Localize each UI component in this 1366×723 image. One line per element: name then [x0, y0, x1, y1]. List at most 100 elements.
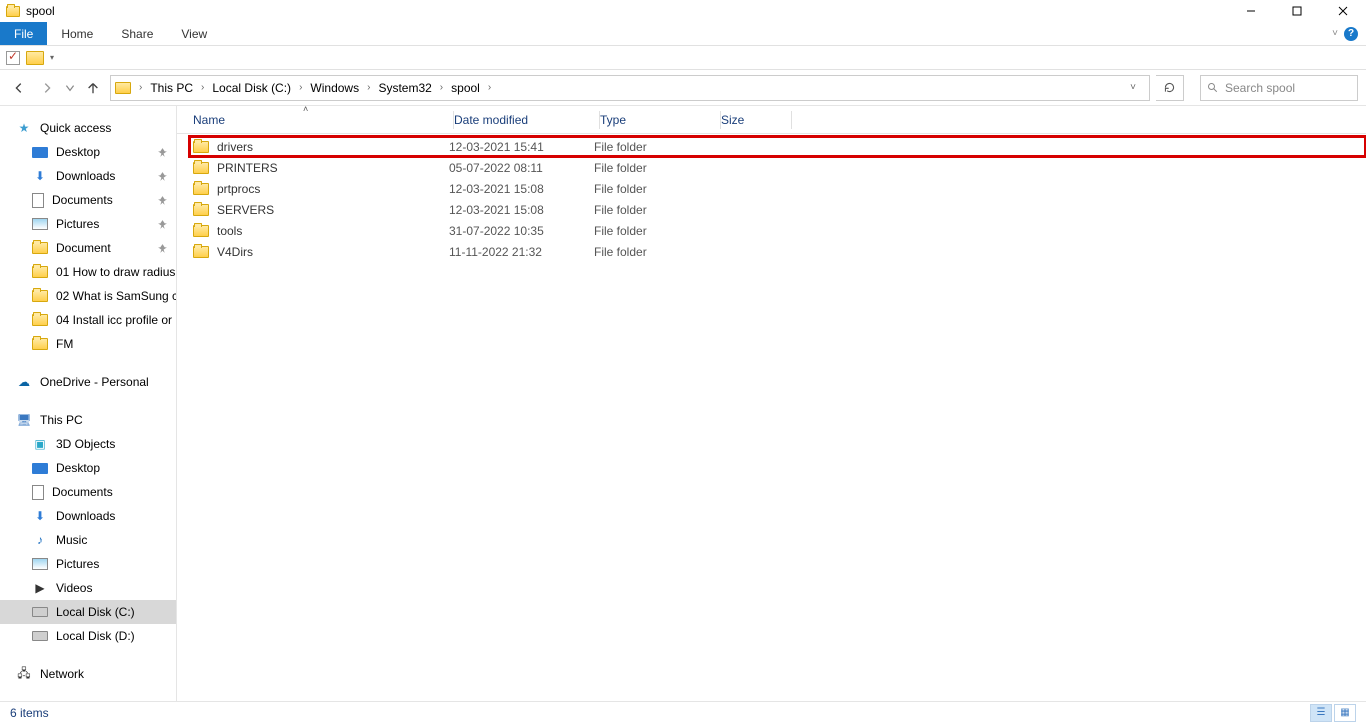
sidebar-item[interactable]: Document: [0, 236, 176, 260]
qat-newfolder-icon[interactable]: [26, 51, 44, 65]
folder-row[interactable]: prtprocs12-03-2021 15:08File folder: [189, 178, 1366, 199]
sidebar-item[interactable]: Local Disk (D:): [0, 624, 176, 648]
sidebar-item[interactable]: 04 Install icc profile or: [0, 308, 176, 332]
sidebar-network[interactable]: 🖧 Network: [0, 662, 176, 686]
folder-icon: [193, 141, 209, 153]
pin-icon: [157, 219, 168, 230]
status-bar: 6 items ☰ ▦: [0, 701, 1366, 723]
cloud-icon: ☁: [16, 374, 32, 390]
file-type: File folder: [594, 182, 714, 196]
nav-forward-button[interactable]: [36, 77, 58, 99]
view-details-button[interactable]: ☰: [1310, 704, 1332, 722]
nav-back-button[interactable]: [8, 77, 30, 99]
sidebar-item[interactable]: Desktop: [0, 140, 176, 164]
tab-view[interactable]: View: [167, 22, 221, 45]
crumb-system32[interactable]: System32: [374, 76, 435, 100]
sidebar-item-label: Pictures: [56, 217, 99, 231]
nav-recent-dropdown[interactable]: [64, 77, 76, 99]
nav-bar: › This PC › Local Disk (C:) › Windows › …: [0, 70, 1366, 106]
address-folder-icon: [115, 82, 131, 94]
sidebar-item[interactable]: 01 How to draw radius: [0, 260, 176, 284]
sidebar-item-label: Document: [56, 241, 111, 255]
folder-row[interactable]: V4Dirs11-11-2022 21:32File folder: [189, 241, 1366, 262]
sidebar-item-label: 01 How to draw radius: [56, 265, 175, 279]
folder-row[interactable]: PRINTERS05-07-2022 08:11File folder: [189, 157, 1366, 178]
sidebar-item-label: Videos: [56, 581, 92, 595]
folder-row[interactable]: drivers12-03-2021 15:41File folder: [189, 136, 1366, 157]
sidebar-item[interactable]: 02 What is SamSung c: [0, 284, 176, 308]
tab-home[interactable]: Home: [47, 22, 107, 45]
document-icon: [32, 193, 44, 208]
sidebar-item[interactable]: Pictures: [0, 552, 176, 576]
sidebar-item[interactable]: Pictures: [0, 212, 176, 236]
crumb-sep-icon[interactable]: ›: [365, 82, 372, 93]
search-box[interactable]: Search spool: [1200, 75, 1358, 101]
sidebar-onedrive[interactable]: ☁ OneDrive - Personal: [0, 370, 176, 394]
sidebar-this-pc[interactable]: 🖥 This PC: [0, 408, 176, 432]
tab-file[interactable]: File: [0, 22, 47, 45]
status-item-count: 6 items: [10, 706, 49, 720]
folder-icon: [32, 338, 48, 350]
nav-up-button[interactable]: [82, 77, 104, 99]
sidebar-item[interactable]: ⬇Downloads: [0, 164, 176, 188]
crumb-sep-icon[interactable]: ›: [438, 82, 445, 93]
file-name: tools: [217, 224, 242, 238]
column-date-modified[interactable]: Date modified: [454, 113, 599, 127]
qat-dropdown-icon[interactable]: ▾: [50, 53, 54, 62]
minimize-button[interactable]: [1228, 0, 1274, 22]
sidebar-item[interactable]: ⬇ Downloads: [0, 504, 176, 528]
desktop-icon: [32, 463, 48, 474]
folder-icon: [32, 314, 48, 326]
crumb-local-disk-c[interactable]: Local Disk (C:): [208, 76, 295, 100]
download-icon: ⬇: [32, 508, 48, 524]
star-icon: ★: [16, 120, 32, 136]
file-date: 31-07-2022 10:35: [449, 224, 594, 238]
sidebar-item-label: Local Disk (D:): [56, 629, 135, 643]
qat-properties-icon[interactable]: [6, 51, 20, 65]
address-history-dropdown[interactable]: ˅: [1121, 76, 1145, 100]
desktop-icon: [32, 147, 48, 158]
view-large-icons-button[interactable]: ▦: [1334, 704, 1356, 722]
file-type: File folder: [594, 140, 714, 154]
refresh-button[interactable]: [1156, 75, 1184, 101]
file-date: 05-07-2022 08:11: [449, 161, 594, 175]
help-icon[interactable]: ?: [1344, 27, 1358, 41]
close-button[interactable]: [1320, 0, 1366, 22]
folder-row[interactable]: tools31-07-2022 10:35File folder: [189, 220, 1366, 241]
folder-icon: [32, 266, 48, 278]
column-name[interactable]: Name ˄: [193, 113, 453, 127]
crumb-this-pc[interactable]: This PC: [146, 76, 197, 100]
folder-row[interactable]: SERVERS12-03-2021 15:08File folder: [189, 199, 1366, 220]
crumb-sep-icon[interactable]: ›: [486, 82, 493, 93]
tab-share[interactable]: Share: [107, 22, 167, 45]
sidebar-item-label: 3D Objects: [56, 437, 115, 451]
file-name: prtprocs: [217, 182, 260, 196]
sidebar-item[interactable]: Documents: [0, 480, 176, 504]
crumb-sep-icon[interactable]: ›: [199, 82, 206, 93]
sidebar-item[interactable]: Desktop: [0, 456, 176, 480]
file-list: drivers12-03-2021 15:41File folderPRINTE…: [177, 134, 1366, 262]
pin-icon: [157, 243, 168, 254]
content-pane: Name ˄ Date modified Type Size drivers12…: [176, 106, 1366, 701]
file-date: 11-11-2022 21:32: [449, 245, 594, 259]
column-size[interactable]: Size: [721, 113, 791, 127]
column-type[interactable]: Type: [600, 113, 720, 127]
sidebar-item[interactable]: Local Disk (C:): [0, 600, 176, 624]
ribbon-expand-icon[interactable]: ˅: [1332, 28, 1338, 39]
sidebar-item[interactable]: FM: [0, 332, 176, 356]
crumb-sep-icon[interactable]: ›: [137, 82, 144, 93]
maximize-button[interactable]: [1274, 0, 1320, 22]
crumb-spool[interactable]: spool: [447, 76, 484, 100]
sidebar-item[interactable]: ▣3D Objects: [0, 432, 176, 456]
sidebar-item[interactable]: ♪Music: [0, 528, 176, 552]
address-bar[interactable]: › This PC › Local Disk (C:) › Windows › …: [110, 75, 1150, 101]
nav-pane: ★ Quick access Desktop ⬇ Downloads Document…: [0, 106, 176, 701]
sidebar-item[interactable]: ▶Videos: [0, 576, 176, 600]
sidebar-item-label: Downloads: [56, 509, 115, 523]
crumb-sep-icon[interactable]: ›: [297, 82, 304, 93]
sidebar-item[interactable]: Documents: [0, 188, 176, 212]
sidebar-quick-access[interactable]: ★ Quick access: [0, 116, 176, 140]
crumb-windows[interactable]: Windows: [306, 76, 363, 100]
folder-icon: [193, 183, 209, 195]
title-bar: spool: [0, 0, 1366, 22]
